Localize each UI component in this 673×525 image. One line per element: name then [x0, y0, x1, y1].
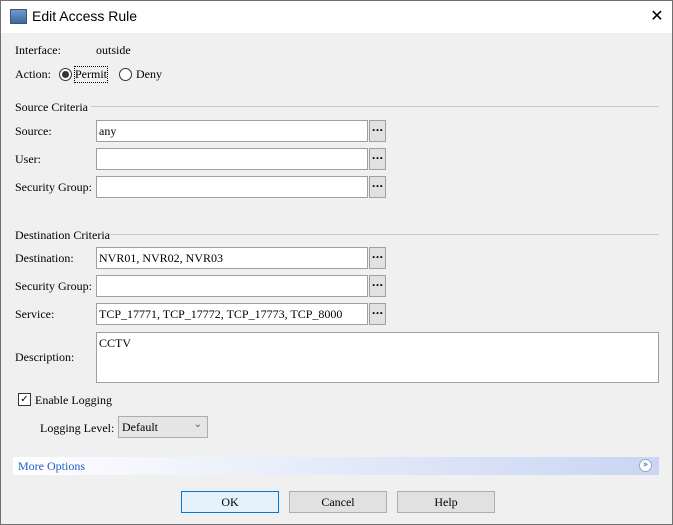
service-input[interactable]: TCP_17771, TCP_17772, TCP_17773, TCP_800…: [96, 303, 368, 325]
logging-level-label: Logging Level:: [40, 421, 115, 435]
divider: [109, 234, 659, 235]
source-input[interactable]: any: [96, 120, 368, 142]
service-label: Service:: [15, 307, 55, 321]
cancel-button[interactable]: Cancel: [289, 491, 387, 513]
user-browse-button[interactable]: ...: [369, 148, 386, 170]
description-label: Description:: [15, 350, 75, 364]
logging-level-value: Default: [122, 420, 158, 434]
logging-level-select[interactable]: Default ⌄: [118, 416, 208, 438]
destination-browse-button[interactable]: ...: [369, 247, 386, 269]
source-security-group-label: Security Group:: [15, 180, 92, 194]
user-label: User:: [15, 152, 41, 166]
close-icon[interactable]: ✕: [647, 6, 667, 25]
enable-logging-checkbox[interactable]: ✓: [18, 393, 31, 406]
source-browse-button[interactable]: ...: [369, 120, 386, 142]
more-options-bar[interactable]: More Options »: [13, 457, 659, 475]
interface-label: Interface:: [15, 43, 61, 57]
destination-criteria-heading: Destination Criteria: [15, 228, 110, 242]
source-security-group-browse-button[interactable]: ...: [369, 176, 386, 198]
help-button[interactable]: Help: [397, 491, 495, 513]
destination-input[interactable]: NVR01, NVR02, NVR03: [96, 247, 368, 269]
destination-security-group-label: Security Group:: [15, 279, 92, 293]
user-input[interactable]: [96, 148, 368, 170]
interface-value: outside: [96, 43, 131, 57]
permit-radio[interactable]: [59, 68, 72, 81]
destination-security-group-browse-button[interactable]: ...: [369, 275, 386, 297]
destination-security-group-input[interactable]: [96, 275, 368, 297]
source-label: Source:: [15, 124, 52, 138]
description-textarea[interactable]: CCTV: [96, 332, 659, 383]
permit-label[interactable]: Permit: [74, 66, 108, 83]
enable-logging-label: Enable Logging: [35, 393, 112, 407]
window-title: Edit Access Rule: [32, 8, 138, 24]
action-label: Action:: [15, 67, 51, 81]
expand-icon[interactable]: »: [639, 459, 652, 472]
source-criteria-heading: Source Criteria: [15, 100, 88, 114]
ok-button[interactable]: OK: [181, 491, 279, 513]
deny-label[interactable]: Deny: [136, 67, 162, 82]
chevron-down-icon: ⌄: [193, 419, 202, 430]
destination-label: Destination:: [15, 251, 74, 265]
divider: [91, 106, 659, 107]
deny-radio[interactable]: [119, 68, 132, 81]
service-browse-button[interactable]: ...: [369, 303, 386, 325]
source-security-group-input[interactable]: [96, 176, 368, 198]
app-icon: [10, 9, 27, 24]
more-options-label: More Options: [18, 459, 85, 473]
